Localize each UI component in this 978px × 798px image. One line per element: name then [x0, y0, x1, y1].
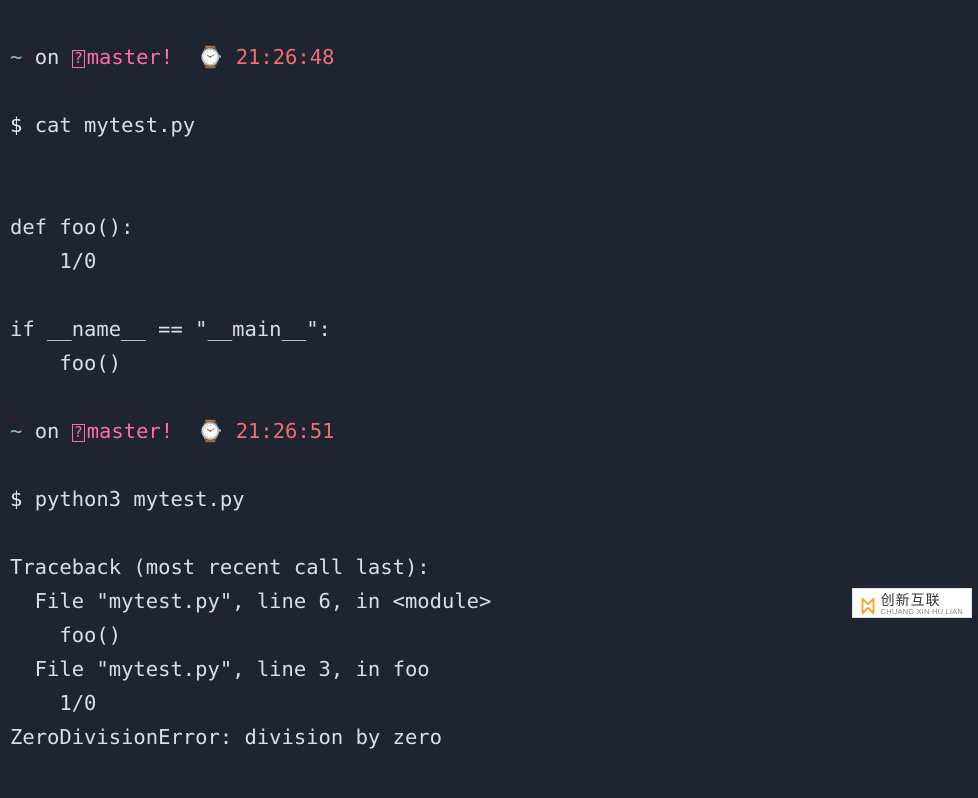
- cat-command: cat mytest.py: [35, 113, 195, 137]
- trace-line: File "mytest.py", line 6, in <module>: [10, 589, 491, 613]
- watermark-logo-icon: [857, 595, 879, 617]
- terminal-output: ~ on ?master! ⌚ 21:26:48 $ cat mytest.py…: [0, 0, 978, 798]
- branch-name: master!: [87, 419, 173, 443]
- command-line-1: $ cat mytest.py: [10, 108, 968, 142]
- trace-line: Traceback (most recent call last):: [10, 555, 430, 579]
- trace-line: File "mytest.py", line 3, in foo: [10, 657, 430, 681]
- timestamp: 21:26:48: [236, 45, 335, 69]
- trace-line: 1/0: [10, 691, 96, 715]
- branch-name: master!: [87, 45, 173, 69]
- watermark-zh: 创新互联: [881, 593, 963, 607]
- branch-indicator: ?master!: [72, 45, 173, 69]
- on-text: on: [35, 419, 60, 443]
- branch-indicator: ?master!: [72, 419, 173, 443]
- timestamp: 21:26:51: [236, 419, 335, 443]
- clock-icon: ⌚: [198, 45, 224, 69]
- code-line: if __name__ == "__main__":: [10, 317, 331, 341]
- command-line-2: $ python3 mytest.py: [10, 482, 968, 516]
- traceback-output: Traceback (most recent call last): File …: [10, 550, 968, 754]
- code-line: 1/0: [10, 249, 96, 273]
- branch-mark-icon: ?: [72, 50, 85, 68]
- on-text: on: [35, 45, 60, 69]
- prompt-line-1: ~ on ?master! ⌚ 21:26:48: [10, 40, 968, 74]
- trace-line: foo(): [10, 623, 121, 647]
- python-command: python3 mytest.py: [35, 487, 245, 511]
- prompt-line-2: ~ on ?master! ⌚ 21:26:51: [10, 414, 968, 448]
- trace-line: ZeroDivisionError: division by zero: [10, 725, 442, 749]
- cwd-tilde: ~: [10, 45, 22, 69]
- prompt-symbol: $: [10, 487, 22, 511]
- watermark-text: 创新互联 CHUANG XIN HU LIAN: [881, 593, 963, 616]
- code-line: foo(): [10, 351, 121, 375]
- file-contents: def foo(): 1/0 if __name__ == "__main__"…: [10, 176, 968, 380]
- watermark-badge: 创新互联 CHUANG XIN HU LIAN: [852, 588, 972, 619]
- cwd-tilde: ~: [10, 419, 22, 443]
- prompt-symbol: $: [10, 113, 22, 137]
- branch-mark-icon: ?: [72, 424, 85, 442]
- code-line: def foo():: [10, 215, 133, 239]
- clock-icon: ⌚: [198, 419, 224, 443]
- watermark-en: CHUANG XIN HU LIAN: [881, 608, 963, 616]
